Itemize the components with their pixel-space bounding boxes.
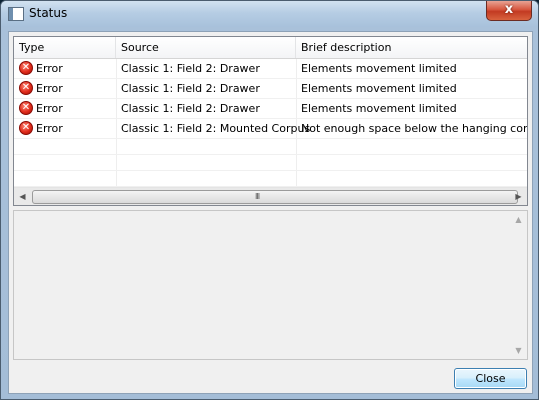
close-button[interactable]: Close [454, 368, 527, 389]
error-icon: ✕ [19, 121, 33, 135]
row-source: Classic 1: Field 2: Drawer [121, 62, 260, 75]
column-header-source[interactable]: Source [116, 37, 296, 58]
table-row[interactable]: ✕ Error Classic 1: Field 2: Drawer Eleme… [14, 79, 527, 99]
empty-row [14, 139, 527, 155]
row-type: Error [36, 102, 63, 115]
scroll-right-arrow-icon[interactable]: ▶ [510, 188, 527, 205]
window-title: Status [29, 6, 68, 20]
column-header-type[interactable]: Type [14, 37, 116, 58]
row-type: Error [36, 122, 63, 135]
row-source: Classic 1: Field 2: Drawer [121, 102, 260, 115]
row-type: Error [36, 82, 63, 95]
scroll-grip: III [255, 192, 260, 201]
row-description: Elements movement limited [301, 82, 457, 95]
list-rows: ✕ Error Classic 1: Field 2: Drawer Eleme… [14, 59, 527, 187]
window-close-button[interactable]: x [486, 1, 532, 21]
scroll-up-arrow-icon[interactable]: ▲ [510, 211, 527, 228]
dialog-body: Type Source Brief description ✕ Error Cl… [8, 31, 533, 394]
window-icon [8, 7, 24, 21]
horizontal-scrollbar[interactable]: ◀ III ▶ [14, 187, 527, 205]
error-icon: ✕ [19, 61, 33, 75]
error-icon: ✕ [19, 101, 33, 115]
row-source: Classic 1: Field 2: Drawer [121, 82, 260, 95]
table-row[interactable]: ✕ Error Classic 1: Field 2: Mounted Corp… [14, 119, 527, 139]
scroll-down-arrow-icon[interactable]: ▼ [510, 342, 527, 359]
row-source: Classic 1: Field 2: Mounted Corpus [121, 122, 311, 135]
error-icon: ✕ [19, 81, 33, 95]
list-header: Type Source Brief description [14, 37, 527, 59]
vertical-scrollbar[interactable]: ▲ ▼ [510, 211, 527, 359]
scroll-left-arrow-icon[interactable]: ◀ [14, 188, 31, 205]
horizontal-scroll-thumb[interactable]: III [32, 190, 518, 204]
title-bar[interactable]: Status x [1, 1, 538, 27]
column-header-description[interactable]: Brief description [296, 37, 527, 58]
row-type: Error [36, 62, 63, 75]
row-description: Elements movement limited [301, 102, 457, 115]
table-row[interactable]: ✕ Error Classic 1: Field 2: Drawer Eleme… [14, 99, 527, 119]
status-window: Status x Type Source Brief description ✕… [0, 0, 539, 400]
table-row[interactable]: ✕ Error Classic 1: Field 2: Drawer Eleme… [14, 59, 527, 79]
status-list[interactable]: Type Source Brief description ✕ Error Cl… [13, 36, 528, 206]
row-description: Elements movement limited [301, 62, 457, 75]
empty-row [14, 155, 527, 171]
empty-row [14, 171, 527, 187]
row-description: Not enough space below the hanging corpu… [301, 122, 527, 135]
details-pane[interactable]: ▲ ▼ [13, 210, 528, 360]
